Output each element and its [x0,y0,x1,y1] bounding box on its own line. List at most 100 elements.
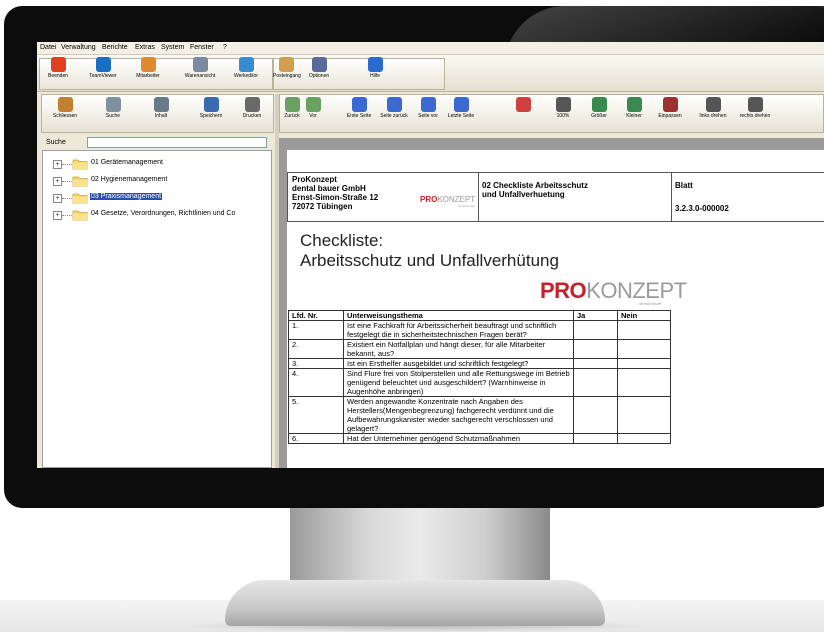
main-button-6[interactable]: Optionen [301,57,337,85]
expand-icon[interactable]: + [53,211,62,220]
viewer-button-label: Größer [591,113,607,119]
table-row: 1. Ist eine Fachkraft für Arbeitssicherhe… [288,320,671,340]
expand-icon[interactable]: + [53,160,62,169]
viewer-button-12[interactable]: rechts drehen [735,97,775,125]
menu-fenster[interactable]: Fenster [190,44,214,51]
photo-stage: Datei Verwaltung Berichte Extras System … [0,0,824,632]
menu-system[interactable]: System [161,44,184,51]
blatt-label: Blatt [675,181,693,190]
nav-button-1[interactable]: Suche [96,97,130,125]
row-nein[interactable] [617,339,671,359]
rotate-left-icon [705,97,721,112]
close-doc-icon [57,97,73,112]
zoom-in-icon [591,97,607,112]
menu-datei[interactable]: Datei [40,44,56,51]
menu-bar: Datei Verwaltung Berichte Extras System … [37,42,824,55]
forward-icon [305,97,321,112]
row-topic: Ist eine Fachkraft für Arbeitssicherheit… [343,320,574,340]
row-ja[interactable] [573,339,618,359]
navigation-pane: Schliessen Suche Inhalt Speichern Drucken Su… [41,94,274,468]
users-icon [140,57,156,72]
viewer-button-3[interactable]: Seite zurück [378,97,410,125]
viewer-button-6[interactable] [512,97,534,125]
menu-berichte[interactable]: Berichte [102,44,128,51]
logo-subtitle: dental bauer [639,301,662,306]
main-button-3[interactable]: Warenansicht [177,57,223,85]
logo-pro: PRO [420,195,438,204]
prev-page-icon [386,97,402,112]
editor-icon [238,57,254,72]
nav-button-4[interactable]: Drucken [234,97,270,125]
main-button-0[interactable]: Beenden [43,57,73,85]
tree-connector [62,164,72,165]
main-button-label: Beenden [47,73,69,79]
tree-node-label: 02 Hygienemanagement [91,176,168,183]
main-button-2[interactable]: Mitarbeiter [129,57,167,85]
menu-extras[interactable]: Extras [135,44,155,51]
viewer-button-4[interactable]: Seite vor [413,97,443,125]
document-logo: PROKONZEPT [540,278,687,304]
menu-verwaltung[interactable]: Verwaltung [61,44,96,51]
row-ja[interactable] [573,396,618,434]
header-divider [478,173,479,221]
viewer-button-7[interactable]: 100% [550,97,576,125]
main-button-label: Mitarbeiter [136,73,160,79]
row-nein[interactable] [617,433,671,444]
company-city: 72072 Tübingen [292,202,353,211]
nav-button-3[interactable]: Speichern [194,97,228,125]
viewer-button-11[interactable]: links drehen [698,97,728,125]
search-input[interactable] [87,137,267,148]
zoom-100-icon [555,97,571,112]
expand-icon[interactable]: + [53,194,62,203]
back-icon [284,97,300,112]
row-nein[interactable] [617,368,671,397]
row-nein[interactable] [617,320,671,340]
app-window: Datei Verwaltung Berichte Extras System … [37,42,824,468]
row-ja[interactable] [573,320,618,340]
viewer-button-8[interactable]: Größer [586,97,612,125]
table-row: 3. Ist ein Ersthelfer ausgebildet und sch… [288,358,671,369]
table-row: 6. Hat der Unternehmer genügend Schutzmaß… [288,433,671,444]
menu-help[interactable]: ? [223,44,227,51]
main-button-4[interactable]: Werkeditor [225,57,267,85]
main-button-label: Werkeditor [233,73,259,79]
inbox-icon [278,57,294,72]
nav-button-label: Suche [105,113,121,119]
document-viewer[interactable]: ProKonzept dental bauer GmbH Ernst-Simon… [279,138,824,468]
row-nein[interactable] [617,358,671,369]
company-name: ProKonzept [292,175,337,184]
row-ja[interactable] [573,358,618,369]
expand-icon[interactable]: + [53,177,62,186]
nav-button-0[interactable]: Schliessen [48,97,82,125]
viewer-button-2[interactable]: Erste Seite [344,97,374,125]
viewer-button-1[interactable]: Vor [304,97,322,125]
main-button-1[interactable]: TeamViewer [83,57,123,85]
row-ja[interactable] [573,368,618,397]
main-button-5[interactable]: Posteingang [273,57,301,85]
document-page: ProKonzept dental bauer GmbH Ernst-Simon… [287,150,824,468]
company-street: Ernst-Simon-Straße 12 [292,193,379,202]
document-title-line2: Arbeitsschutz und Unfallverhütung [300,251,559,270]
row-topic: Hat der Unternehmer genügend Schutzmaßna… [343,433,574,444]
viewer-button-0[interactable]: Zurück [282,97,302,125]
viewer-toolbar: Zurück Vor Erste Seite Seite zurück Seite vo… [279,94,824,133]
catalog-icon [192,57,208,72]
highlight-icon [515,97,531,112]
table-row: 5. Werden angewandte Konzentrate nach Ang… [288,396,671,434]
row-nein[interactable] [617,396,671,434]
viewer-button-9[interactable]: Kleiner [621,97,647,125]
row-ja[interactable] [573,433,618,444]
main-button-label: TeamViewer [89,73,117,79]
row-topic: Ist ein Ersthelfer ausgebildet und schri… [343,358,574,369]
nav-button-2[interactable]: Inhalt [146,97,176,125]
viewer-button-label: Kleiner [626,113,642,119]
logo-konzept: KONZEPT [586,278,687,303]
main-button-label: Optionen [308,73,330,79]
folder-icon [72,176,88,187]
row-number: 5. [288,396,344,434]
nav-button-label: Inhalt [154,113,168,119]
document-title-line1: Checkliste: [300,231,384,250]
viewer-button-5[interactable]: Letzte Seite [446,97,476,125]
main-button-7[interactable]: Hilfe [357,57,393,85]
viewer-button-10[interactable]: Einpassen [656,97,684,125]
